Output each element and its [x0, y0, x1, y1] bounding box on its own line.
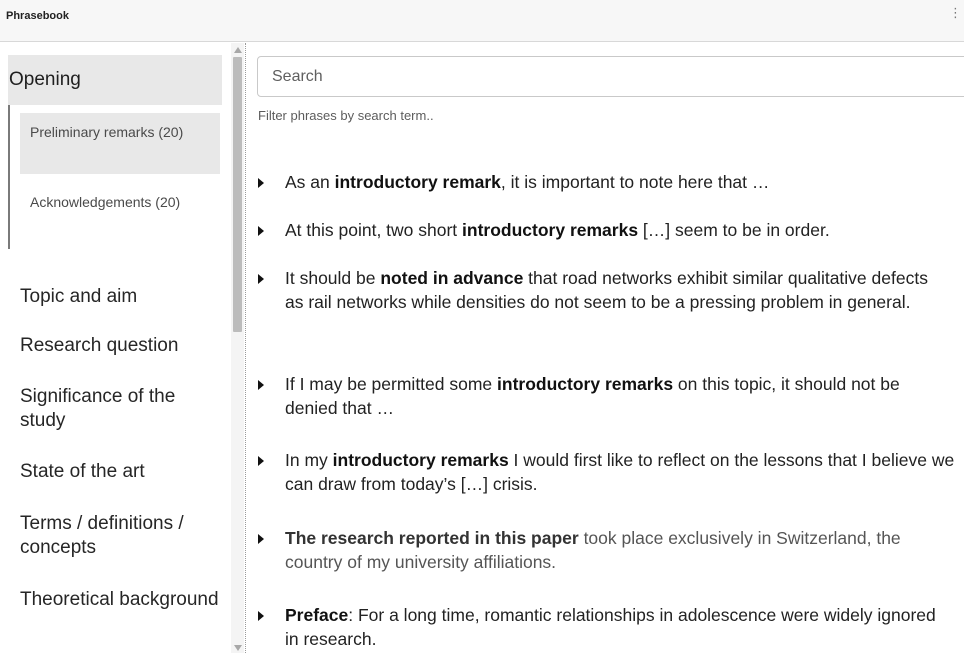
sidebar-scrollbar[interactable]	[231, 43, 244, 653]
scroll-down-arrow-icon[interactable]	[234, 645, 242, 651]
phrase-item[interactable]: At this point, two short introductory re…	[258, 218, 964, 242]
bullet-icon	[258, 274, 264, 284]
sidebar-item-significance[interactable]: Significance of the study	[20, 385, 220, 433]
bullet-icon	[258, 178, 264, 188]
more-vertical-icon[interactable]: ⋮	[949, 6, 962, 19]
app-title: Phrasebook	[6, 10, 69, 22]
scroll-up-arrow-icon[interactable]	[234, 47, 242, 53]
panel-divider	[245, 43, 246, 653]
sidebar-item-topic-and-aim[interactable]: Topic and aim	[20, 285, 220, 309]
bullet-icon	[258, 534, 264, 544]
phrase-text: Preface: For a long time, romantic relat…	[285, 605, 936, 649]
scrollbar-thumb[interactable]	[233, 57, 242, 332]
sidebar-subitem-preliminary-remarks[interactable]: Preliminary remarks (20)	[20, 113, 220, 174]
phrase-item[interactable]: The research reported in this paper took…	[258, 526, 918, 574]
phrase-item[interactable]: It should be noted in advance that road …	[258, 266, 948, 314]
phrase-item[interactable]: As an introductory remark, it is importa…	[258, 170, 964, 194]
search-helper-text: Filter phrases by search term..	[258, 108, 434, 123]
bullet-icon	[258, 611, 264, 621]
phrase-text: In my introductory remarks I would first…	[285, 450, 955, 494]
sidebar-item-state-of-the-art[interactable]: State of the art	[20, 460, 220, 484]
phrase-text: At this point, two short introductory re…	[285, 220, 830, 240]
phrase-text: The research reported in this paper took…	[285, 528, 901, 572]
title-bar: Phrasebook ⋮	[0, 0, 964, 42]
phrase-text: It should be noted in advance that road …	[285, 268, 928, 312]
sidebar-subitem-acknowledgements[interactable]: Acknowledgements (20)	[20, 183, 220, 244]
bullet-icon	[258, 456, 264, 466]
sidebar-subsection-list: Preliminary remarks (20) Acknowledgement…	[8, 105, 222, 249]
phrase-item[interactable]: Preface: For a long time, romantic relat…	[258, 603, 948, 651]
bullet-icon	[258, 226, 264, 236]
phrase-item[interactable]: In my introductory remarks I would first…	[258, 448, 963, 496]
sidebar: Opening Preliminary remarks (20) Acknowl…	[0, 43, 230, 653]
sidebar-item-research-question[interactable]: Research question	[20, 334, 220, 358]
phrase-text: As an introductory remark, it is importa…	[285, 172, 770, 192]
sidebar-item-terms-definitions[interactable]: Terms / definitions / concepts	[20, 512, 220, 560]
phrase-text: If I may be permitted some introductory …	[285, 374, 900, 418]
search-box[interactable]	[257, 56, 964, 97]
sidebar-item-theoretical-background[interactable]: Theoretical background	[20, 588, 220, 612]
search-input[interactable]	[258, 57, 964, 96]
phrase-item[interactable]: If I may be permitted some introductory …	[258, 372, 948, 420]
sidebar-section-opening[interactable]: Opening	[8, 55, 222, 105]
bullet-icon	[258, 380, 264, 390]
